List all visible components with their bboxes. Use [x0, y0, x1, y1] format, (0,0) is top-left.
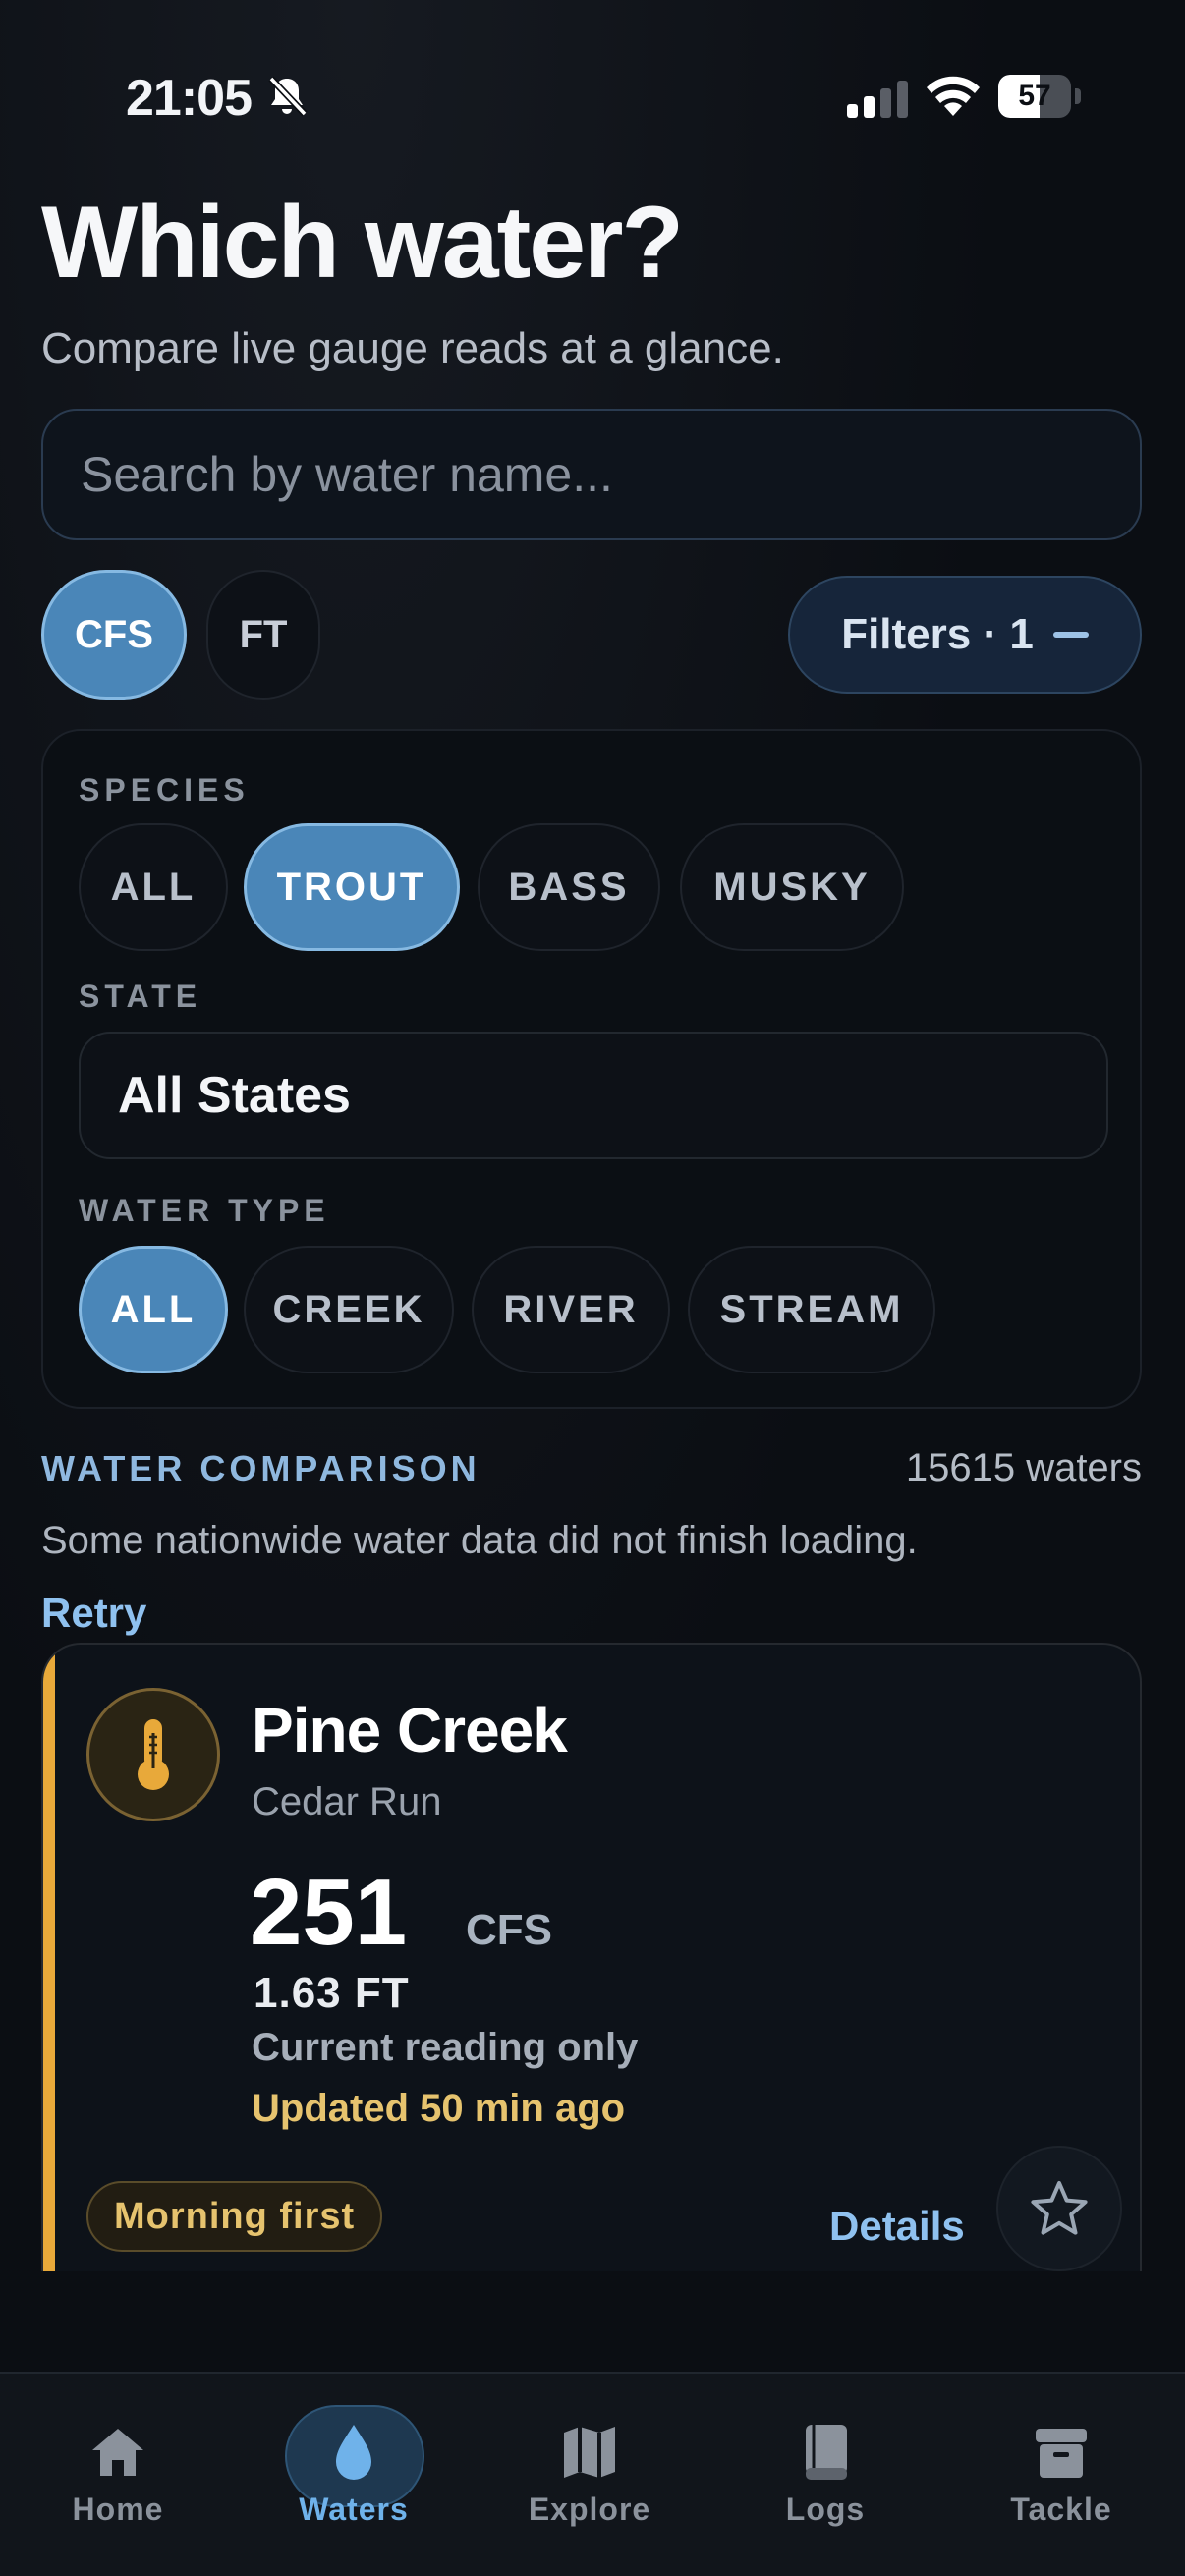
filters-button-label: Filters · 1 [841, 610, 1034, 658]
tab-waters[interactable]: Waters [255, 2421, 452, 2539]
page-subtitle: Compare live gauge reads at a glance. [41, 324, 784, 372]
thermometer-icon [138, 1719, 169, 1790]
species-chip-trout[interactable]: TROUT [244, 823, 460, 951]
battery-icon: 57 [998, 75, 1081, 118]
water-type-chip-creek[interactable]: CREEK [244, 1246, 454, 1373]
retry-link[interactable]: Retry [41, 1590, 146, 1637]
water-count: 15615 waters [905, 1446, 1142, 1489]
map-icon [564, 2427, 615, 2478]
gauge-height: 1.63 FT [254, 1969, 410, 2017]
tab-bar: Home Waters Explore Logs Tackle [0, 2372, 1185, 2576]
page-title: Which water? [41, 186, 684, 300]
unit-toggle-cfs[interactable]: CFS [41, 570, 187, 700]
details-link[interactable]: Details [829, 2203, 965, 2250]
water-type-chip-river[interactable]: RIVER [472, 1246, 670, 1373]
tab-home-label: Home [72, 2492, 164, 2527]
water-type-label: WATER TYPE [79, 1193, 330, 1228]
tab-logs-label: Logs [785, 2492, 866, 2527]
reading-note: Current reading only [252, 2026, 639, 2069]
water-card[interactable]: Pine Creek Cedar Run 251 CFS 1.63 FT Cur… [41, 1643, 1142, 2271]
state-label: STATE [79, 979, 202, 1014]
species-label: SPECIES [79, 772, 250, 808]
tab-explore-label: Explore [528, 2492, 651, 2527]
load-error-message: Some nationwide water data did not finis… [41, 1519, 918, 1562]
water-type-chip-stream[interactable]: STREAM [688, 1246, 935, 1373]
flow-value: 251 [250, 1860, 408, 1965]
water-name: Pine Creek [252, 1695, 568, 1765]
water-location: Cedar Run [252, 1780, 442, 1823]
tab-tackle[interactable]: Tackle [963, 2421, 1159, 2539]
tab-tackle-label: Tackle [1010, 2492, 1112, 2527]
status-time: 21:05 [126, 70, 253, 127]
favorite-button[interactable] [996, 2146, 1122, 2271]
tab-logs[interactable]: Logs [727, 2421, 924, 2539]
status-bar: 21:05 57 [0, 0, 1185, 196]
search-box [41, 409, 1142, 540]
wifi-icon [927, 76, 980, 116]
species-chip-all[interactable]: ALL [79, 823, 228, 951]
updated-time: Updated 50 min ago [252, 2087, 626, 2130]
cellular-signal-icon [847, 79, 908, 118]
comparison-label: WATER COMPARISON [41, 1448, 480, 1488]
bell-muted-icon [268, 76, 308, 117]
temperature-badge [86, 1688, 220, 1821]
water-drop-icon [336, 2425, 371, 2480]
search-input[interactable] [43, 411, 1140, 538]
species-chip-musky[interactable]: MUSKY [680, 823, 904, 951]
star-icon [1031, 2181, 1088, 2235]
card-accent-bar [43, 1645, 55, 2271]
water-type-chip-all[interactable]: ALL [79, 1246, 228, 1373]
time-window-badge: Morning first [86, 2181, 383, 2252]
species-chip-bass[interactable]: BASS [478, 823, 660, 951]
book-icon [806, 2425, 847, 2480]
state-select[interactable]: All States [79, 1032, 1108, 1159]
collapse-icon [1052, 632, 1089, 638]
filter-panel: SPECIES ALL TROUT BASS MUSKY STATE All S… [41, 729, 1142, 1409]
home-icon [92, 2429, 143, 2476]
tab-waters-label: Waters [299, 2492, 409, 2527]
unit-toggle-ft[interactable]: FT [206, 570, 320, 700]
tab-explore[interactable]: Explore [491, 2421, 688, 2539]
filters-button[interactable]: Filters · 1 [788, 576, 1142, 694]
battery-level: 57 [1018, 80, 1051, 112]
tackle-box-icon [1036, 2429, 1087, 2478]
flow-unit: CFS [466, 1906, 552, 1954]
tab-home[interactable]: Home [20, 2421, 216, 2539]
